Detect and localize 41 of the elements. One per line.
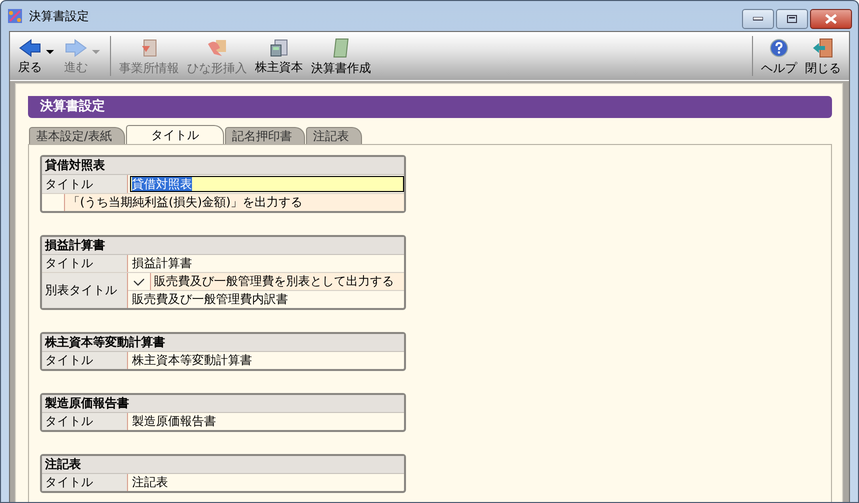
tab[interactable]: 記名押印書 [225, 127, 306, 144]
left-arrow-icon [19, 38, 41, 56]
toolbar-button[interactable]: 決算書作成 [307, 32, 375, 80]
row-label: 別表タイトル [42, 273, 128, 308]
title-input[interactable]: 注記表 [128, 474, 404, 491]
section-title: 株主資本等変動計算書 [42, 334, 404, 352]
insert-icon [206, 38, 228, 58]
check-icon [133, 278, 145, 286]
title-input[interactable]: 製造原価報告書 [128, 413, 404, 430]
toolbar-button[interactable]: 戻る [14, 32, 46, 80]
section-title: 製造原価報告書 [42, 395, 404, 413]
right-arrow-icon [65, 38, 87, 56]
title-input[interactable]: 損益計算書 [128, 255, 404, 272]
section-title: 貸借対照表 [42, 157, 404, 175]
title-input[interactable]: 販売費及び一般管理費内訳書 [128, 291, 404, 308]
toolbar-button[interactable]: 閉じる [801, 32, 845, 80]
help-icon [769, 38, 789, 58]
toolbar-button[interactable]: 株主資本 [251, 32, 307, 80]
section-title: 損益計算書 [42, 237, 404, 255]
window-title: 決算書設定 [29, 8, 90, 24]
minimize-icon [753, 17, 763, 21]
row-label: タイトル [42, 255, 128, 272]
title-input[interactable]: 貸借対照表 [130, 176, 404, 192]
close-button[interactable] [810, 9, 852, 29]
tab[interactable]: 注記表 [306, 127, 362, 144]
dropdown-icon[interactable] [46, 50, 54, 54]
title-input[interactable]: 株主資本等変動計算書 [128, 352, 404, 369]
maximize-icon [787, 15, 797, 23]
section-header: 決算書設定 [28, 96, 832, 118]
option-label: 「(うち当期純利益(損失)金額)」を出力する [65, 194, 404, 211]
tab[interactable]: タイトル [126, 125, 224, 144]
door-icon [812, 38, 834, 58]
toolbar-button[interactable]: ヘルプ [757, 32, 801, 80]
close-icon [825, 14, 837, 24]
minimize-button[interactable] [742, 9, 774, 29]
maximize-button[interactable] [776, 9, 808, 29]
tab[interactable]: 基本設定/表紙 [29, 127, 126, 144]
option-label: 販売費及び一般管理費を別表として出力する [151, 273, 404, 290]
app-icon [7, 8, 23, 24]
document-icon [332, 38, 350, 58]
row-label: タイトル [42, 175, 128, 193]
